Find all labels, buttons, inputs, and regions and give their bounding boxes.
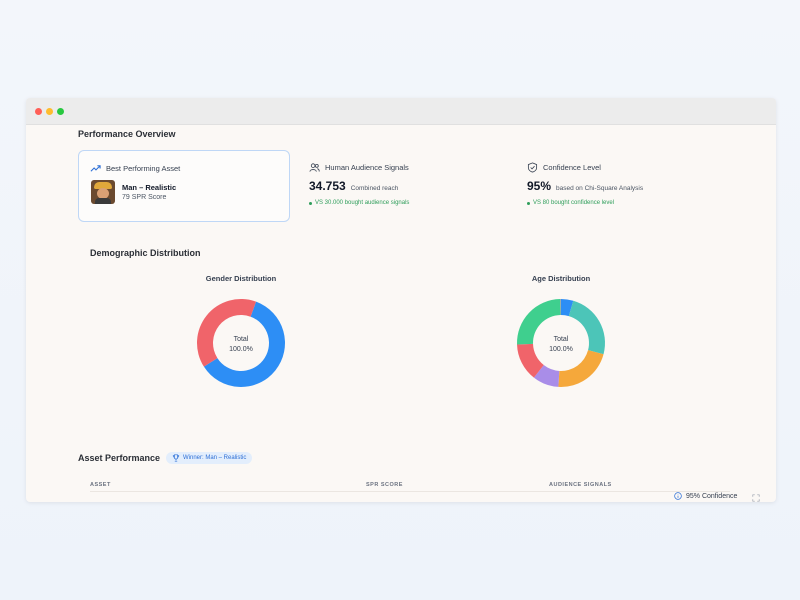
best-asset-header: Best Performing Asset [90,163,180,174]
age-chart-title: Age Distribution [531,274,591,283]
minimize-window-button[interactable] [46,108,53,115]
best-asset-heading: Best Performing Asset [106,164,181,173]
expand-icon[interactable] [752,494,760,502]
column-header-audience-signals[interactable]: AUDIENCE SIGNALS [549,482,612,488]
info-icon [674,492,682,500]
confidence-pill[interactable]: 95% Confidence [674,492,737,500]
close-window-button[interactable] [35,108,42,115]
confidence-value-label: based on Chi-Square Analysis [556,185,644,192]
best-performing-asset-card[interactable]: Best Performing Asset Man – Realistic 79… [78,150,290,222]
gender-center-value: 100.0% [229,346,253,353]
trending-up-icon [90,165,101,172]
winner-badge: Winner: Man – Realistic [166,452,253,464]
audience-value: 34.753 [309,179,346,193]
confidence-value: 95% [527,179,552,193]
demographic-distribution-title: Demographic Distribution [90,248,201,258]
age-donut-chart: Total 100.0% [517,299,605,387]
winner-badge-text: Winner: Man – Realistic [183,455,247,461]
asset-avatar [91,180,115,204]
confidence-comparison-text: VS 80 bought confidence level [533,200,615,206]
gender-center-label: Total [234,336,249,343]
confidence-heading: Confidence Level [543,163,601,172]
confidence-header: Confidence Level [527,162,601,173]
gender-donut-chart: Total 100.0% [197,299,285,387]
gender-slice-2[interactable] [197,299,257,367]
age-slice-3[interactable] [558,350,604,387]
window-titlebar [26,98,776,125]
age-slice-2[interactable] [568,300,605,355]
audience-value-label: Combined reach [350,185,399,192]
column-header-asset[interactable]: ASSET [90,482,111,488]
app-window: Performance Overview Best Performing Ass… [26,98,776,502]
maximize-window-button[interactable] [57,108,64,115]
audience-heading: Human Audience Signals [325,163,409,172]
users-icon [309,163,320,172]
trophy-icon [172,454,180,462]
audience-header: Human Audience Signals [309,162,409,173]
audience-comparison: VS 30.000 bought audience signals [309,200,409,206]
shield-check-icon [527,162,538,173]
positive-dot-icon [527,201,530,205]
age-center-value: 100.0% [549,346,573,353]
positive-dot-icon [309,201,312,205]
confidence-comparison: VS 80 bought confidence level [527,200,614,206]
asset-performance-title: Asset Performance [78,453,161,463]
asset-score: 79 SPR Score [122,194,167,201]
audience-comparison-text: VS 30.000 bought audience signals [315,200,410,206]
confidence-pill-text: 95% Confidence [686,492,738,500]
performance-overview-title: Performance Overview [78,129,176,139]
age-center-label: Total [554,336,569,343]
table-divider [90,491,730,492]
gender-chart-title: Gender Distribution [205,274,277,283]
column-header-spr-score[interactable]: SPR SCORE [366,482,403,488]
asset-name: Man – Realistic [122,183,177,192]
dashboard-content: Performance Overview Best Performing Ass… [26,124,776,502]
